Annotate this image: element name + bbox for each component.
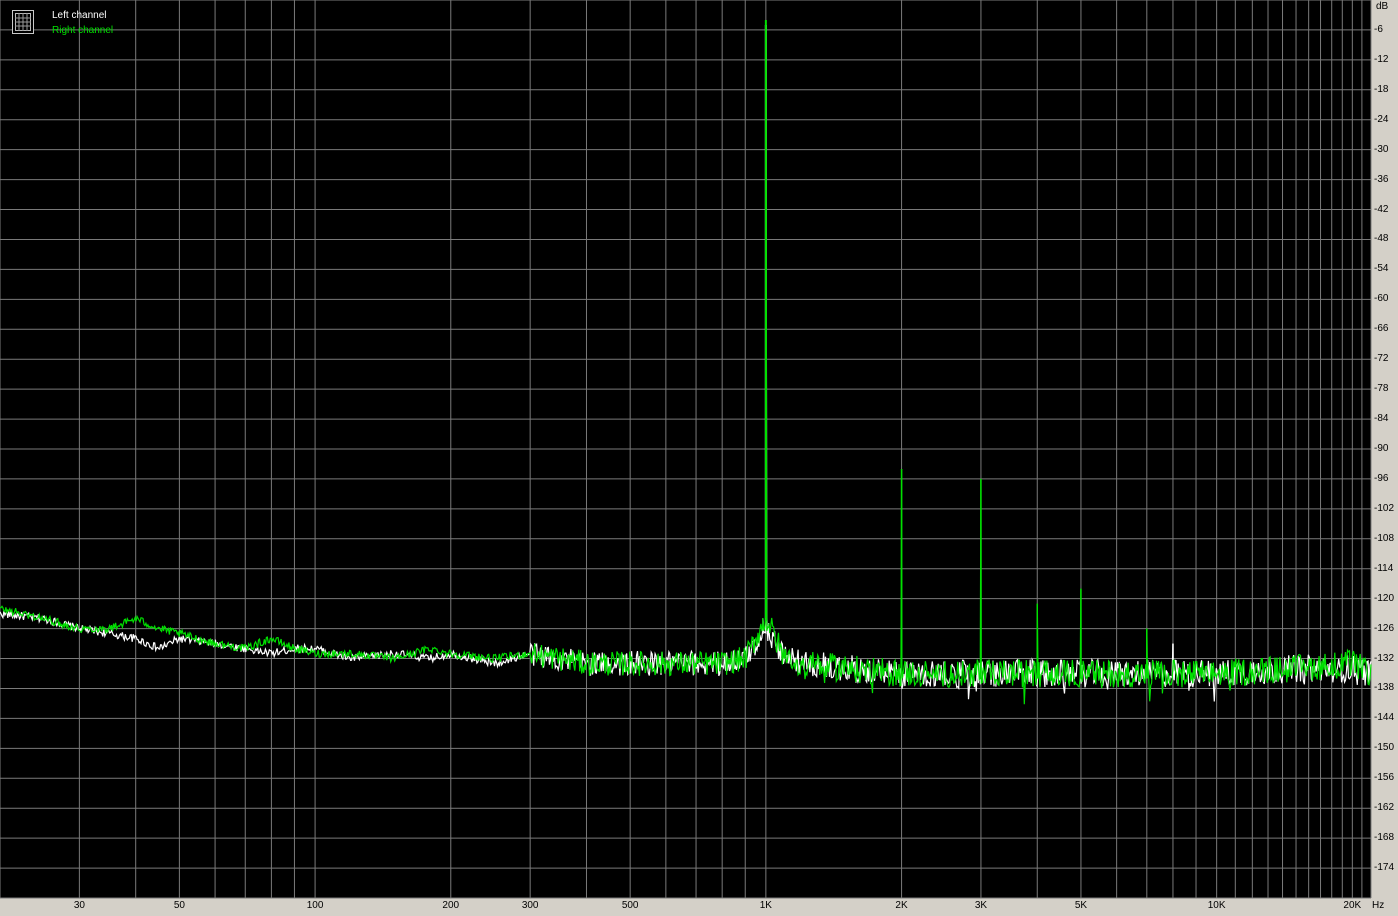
x-tick-label: 30 xyxy=(73,900,85,911)
y-tick-label: -162 xyxy=(1374,802,1395,814)
y-tick-label: -132 xyxy=(1374,652,1395,664)
x-tick-label: 500 xyxy=(621,900,639,911)
x-tick-label: 10K xyxy=(1207,900,1226,911)
x-axis-unit: Hz xyxy=(1372,900,1385,911)
spectrum-plot xyxy=(0,0,1372,899)
y-tick-label: -60 xyxy=(1374,293,1389,305)
y-tick-label: -36 xyxy=(1374,173,1389,185)
y-tick-label: -54 xyxy=(1374,263,1389,275)
y-tick-label: -102 xyxy=(1374,502,1395,514)
x-tick-label: 200 xyxy=(442,900,460,911)
y-tick-label: -114 xyxy=(1374,562,1394,574)
legend-right-channel: Right channel xyxy=(52,25,114,36)
x-tick-label: 20K xyxy=(1343,900,1362,911)
y-tick-label: -90 xyxy=(1374,443,1389,454)
x-tick-label: 5K xyxy=(1074,900,1088,911)
spectrum-grid-icon[interactable] xyxy=(12,10,34,34)
y-tick-label: -174 xyxy=(1374,862,1395,874)
spectrum-analyzer-window: Left channel Right channel -6 -12 -18 -24 -3… xyxy=(0,0,1398,916)
legend-left-channel: Left channel xyxy=(52,10,107,21)
y-tick-label: -48 xyxy=(1374,233,1389,245)
y-tick-label: -120 xyxy=(1374,592,1395,604)
y-axis-unit: dB xyxy=(1376,1,1389,12)
x-tick-label: 50 xyxy=(173,900,185,911)
y-tick-label: -78 xyxy=(1374,383,1389,395)
y-tick-label: -168 xyxy=(1374,832,1395,844)
y-tick-label: -144 xyxy=(1374,712,1395,724)
y-tick-label: -18 xyxy=(1374,83,1389,95)
y-tick-label: -30 xyxy=(1374,143,1389,155)
y-tick-label: -96 xyxy=(1374,472,1389,484)
x-tick-label: 1K xyxy=(759,900,772,911)
legend[interactable]: Left channel Right channel xyxy=(12,10,142,40)
y-tick-label: -24 xyxy=(1374,113,1389,125)
x-tick-label: 100 xyxy=(306,900,324,911)
x-tick-label: 3K xyxy=(974,900,988,911)
y-tick-label: -138 xyxy=(1374,682,1395,694)
y-tick-label: -42 xyxy=(1374,203,1389,215)
y-tick-label: -126 xyxy=(1374,622,1395,634)
y-tick-label: -108 xyxy=(1374,532,1395,544)
y-tick-label: -150 xyxy=(1374,742,1395,754)
x-tick-label: 2K xyxy=(895,900,908,911)
x-tick-label: 300 xyxy=(521,900,539,911)
y-tick-label: -6 xyxy=(1374,23,1383,35)
y-tick-label: -72 xyxy=(1374,353,1389,365)
y-tick-label: -156 xyxy=(1374,772,1395,784)
y-tick-label: -84 xyxy=(1374,413,1389,425)
y-tick-label: -66 xyxy=(1374,323,1389,335)
y-tick-label: -12 xyxy=(1374,53,1389,65)
